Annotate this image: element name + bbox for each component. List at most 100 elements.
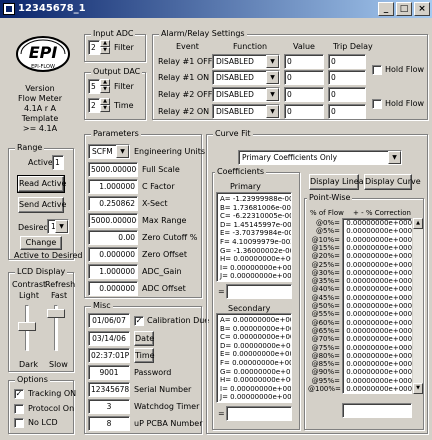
parameter-field[interactable]: 1.000000 <box>88 179 138 194</box>
scroll-up-icon[interactable]: ▲ <box>413 218 423 229</box>
send-active-button[interactable]: Send Active <box>18 197 66 213</box>
alarm-trip-delay-field[interactable]: 0 <box>328 104 366 119</box>
alarm-trip-delay-field[interactable]: 0 <box>328 70 366 85</box>
curve-fit-title: Curve Fit <box>213 129 253 138</box>
alarm-trip-delay-field[interactable]: 0 <box>328 54 366 69</box>
tracking-checkbox[interactable]: ✓ <box>14 389 24 399</box>
alarm-function-select[interactable]: DISABLED ▼ <box>212 70 280 85</box>
input-adc-filter-field[interactable]: 2 <box>88 40 100 55</box>
pointwise-value[interactable]: 0.00000000e+000 <box>346 219 412 227</box>
alarm-event-label: Relay #2 OFF <box>158 90 213 99</box>
alarm-value-field[interactable]: 0 <box>284 104 324 119</box>
pointwise-value[interactable]: 0.00000000e+000 <box>346 252 412 260</box>
display-curve-button[interactable]: Display Curve <box>364 174 421 190</box>
parameter-field[interactable]: 5000.000000 <box>88 213 138 228</box>
chevron-down-icon[interactable]: ▼ <box>266 88 279 101</box>
change-button[interactable]: Change <box>20 236 62 250</box>
pointwise-header-corr: + - % Correction <box>353 209 411 217</box>
pointwise-value[interactable]: 0.00000000e+000 <box>346 335 412 343</box>
range-desired-select[interactable]: 1 ▼ <box>47 219 69 234</box>
calibration-due-label: Calibration Due <box>147 316 210 325</box>
pointwise-value[interactable]: 0.00000000e+000 <box>346 368 412 376</box>
pointwise-value[interactable]: 0.00000000e+000 <box>346 227 412 235</box>
pointwise-row: @50%= 0.00000000e+000 <box>308 302 413 310</box>
alarm-function-select[interactable]: DISABLED ▼ <box>212 54 280 69</box>
hold-flow-checkbox[interactable] <box>372 99 382 109</box>
alarm-value-field[interactable]: 0 <box>284 87 324 102</box>
calibration-due-checkbox[interactable]: ✓ <box>134 316 144 326</box>
calibration-date-field[interactable]: 01/06/07 <box>88 313 130 328</box>
coefficient-row: C= 0.00000000e+000 <box>220 333 292 342</box>
pointwise-value[interactable]: 0.00000000e+000 <box>346 327 412 335</box>
parameter-field[interactable]: 5000.000000 <box>88 162 138 177</box>
protocol-checkbox[interactable] <box>14 404 24 414</box>
hold-flow-checkbox[interactable] <box>372 65 382 75</box>
coefficient-mode-select[interactable]: Primary Coefficients Only ▼ <box>238 150 402 165</box>
primary-coefficients-list[interactable]: A= -1.23999988e-004 B= 1.73681006e-001 C= … <box>216 192 292 282</box>
pointwise-value[interactable]: 0.00000000e+000 <box>346 277 412 285</box>
parameter-field[interactable]: 1.000000 <box>88 264 138 279</box>
secondary-entry-field[interactable] <box>226 406 292 421</box>
scroll-down-icon[interactable]: ▼ <box>413 383 423 394</box>
secondary-coefficients-list[interactable]: A= 0.00000000e+000 B= 0.00000000e+000 C= 0… <box>216 313 292 403</box>
pointwise-value[interactable]: 0.00000000e+000 <box>346 261 412 269</box>
pointwise-value[interactable]: 0.00000000e+000 <box>346 310 412 318</box>
no-lcd-checkbox[interactable] <box>14 418 24 428</box>
pointwise-value[interactable]: 0.00000000e+000 <box>346 294 412 302</box>
input-adc-filter-label: Filter <box>114 43 134 52</box>
pointwise-value[interactable]: 0.00000000e+000 <box>346 244 412 252</box>
pointwise-value[interactable]: 0.00000000e+000 <box>346 377 412 385</box>
parameter-field[interactable]: 0.00 <box>88 230 138 245</box>
pointwise-value[interactable]: 0.00000000e+000 <box>346 344 412 352</box>
pointwise-value[interactable]: 0.00000000e+000 <box>346 319 412 327</box>
pointwise-value[interactable]: 0.00000000e+000 <box>346 236 412 244</box>
pcba-number-field[interactable]: 8 <box>88 416 130 431</box>
date-field[interactable]: 03/14/06 <box>88 331 130 346</box>
pointwise-value[interactable]: 0.00000000e+000 <box>346 269 412 277</box>
primary-entry-field[interactable] <box>226 284 292 299</box>
pointwise-row: @20%= 0.00000000e+000 <box>308 252 413 260</box>
chevron-down-icon[interactable]: ▼ <box>55 220 68 233</box>
alarm-function-select[interactable]: DISABLED ▼ <box>212 87 280 102</box>
chevron-down-icon[interactable]: ▼ <box>266 71 279 84</box>
time-button[interactable]: Time <box>134 348 155 363</box>
watchdog-timer-field[interactable]: 3 <box>88 399 130 414</box>
pointwise-scrollbar[interactable]: ▲ ▼ <box>412 218 423 394</box>
password-field[interactable]: 9001 <box>88 365 130 380</box>
contrast-slider-thumb[interactable] <box>18 321 36 331</box>
close-button[interactable]: × <box>414 2 430 16</box>
output-dac-time-spinner[interactable]: ▲ ▼ <box>100 98 110 113</box>
maximize-button[interactable]: □ <box>396 2 412 16</box>
alarm-function-select[interactable]: DISABLED ▼ <box>212 104 280 119</box>
read-active-button[interactable]: Read Active <box>17 175 66 193</box>
parameter-field[interactable]: 0.000000 <box>88 247 138 262</box>
chevron-down-icon[interactable]: ▼ <box>116 145 129 158</box>
minimize-button[interactable]: _ <box>378 2 394 16</box>
output-dac-filter-field[interactable]: 5 <box>88 79 100 94</box>
pointwise-value[interactable]: 0.00000000e+000 <box>346 385 412 393</box>
pointwise-value[interactable]: 0.00000000e+000 <box>346 285 412 293</box>
pointwise-entry-field[interactable] <box>342 403 412 418</box>
chevron-down-icon[interactable]: ▼ <box>266 55 279 68</box>
refresh-slider-thumb[interactable] <box>47 308 65 318</box>
output-dac-filter-spinner[interactable]: ▲ ▼ <box>100 79 110 94</box>
parameter-field[interactable]: 0.250862 <box>88 196 138 211</box>
input-adc-filter-spinner[interactable]: ▲ ▼ <box>100 40 110 55</box>
date-button[interactable]: Date <box>134 331 154 346</box>
pointwise-value[interactable]: 0.00000000e+000 <box>346 302 412 310</box>
chevron-down-icon[interactable]: ▼ <box>266 105 279 118</box>
alarm-value-field[interactable]: 0 <box>284 54 324 69</box>
alarm-value-field[interactable]: 0 <box>284 70 324 85</box>
parameter-field[interactable]: 0.000000 <box>88 281 138 296</box>
serial-number-field[interactable]: 12345678 <box>88 382 130 397</box>
display-linear-button[interactable]: Display Linear <box>309 174 367 190</box>
version-line2: Flow Meter <box>18 94 62 103</box>
title-bar: 12345678_1 _ □ × <box>0 0 432 18</box>
chevron-down-icon[interactable]: ▼ <box>388 151 401 164</box>
time-field[interactable]: 02:37:01PM <box>88 348 130 363</box>
pointwise-value[interactable]: 0.00000000e+000 <box>346 352 412 360</box>
output-dac-time-field[interactable]: 2 <box>88 98 100 113</box>
pointwise-value[interactable]: 0.00000000e+000 <box>346 360 412 368</box>
alarm-trip-delay-field[interactable]: 0 <box>328 87 366 102</box>
engineering-units-select[interactable]: SCFM ▼ <box>88 144 130 159</box>
